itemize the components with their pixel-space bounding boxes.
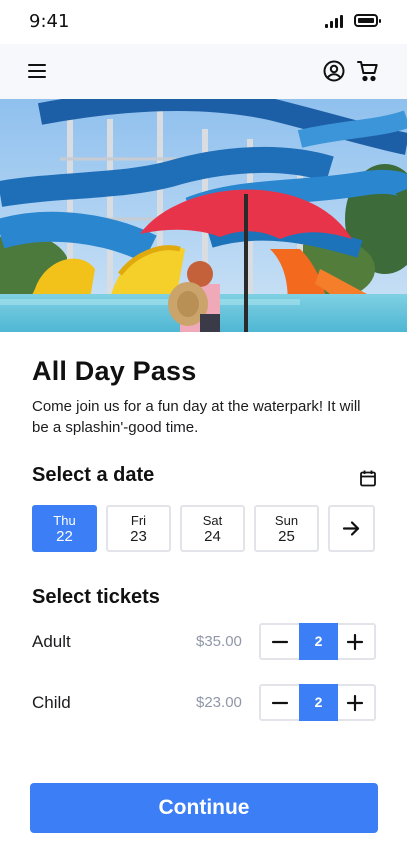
child-quantity-value[interactable]: 2 <box>299 684 338 721</box>
child-decrease-button[interactable] <box>261 686 299 719</box>
date-day: 25 <box>278 528 295 545</box>
ticket-price-child: $23.00 <box>196 694 242 711</box>
date-weekday: Fri <box>130 513 147 528</box>
calendar-icon[interactable] <box>359 469 377 487</box>
minus-icon <box>271 701 289 705</box>
shopping-cart-icon <box>357 61 378 82</box>
continue-button[interactable]: Continue <box>30 783 378 833</box>
date-day: 22 <box>56 528 73 545</box>
child-increase-button[interactable] <box>336 686 374 719</box>
status-time: 9:41 <box>29 11 70 32</box>
date-day: 24 <box>204 528 221 545</box>
menu-button[interactable] <box>24 60 52 84</box>
status-bar: 9:41 <box>0 0 407 44</box>
date-option-fri-23[interactable]: Fri 23 <box>106 505 171 552</box>
ticket-label-child: Child <box>32 693 71 712</box>
hero-image <box>0 99 407 332</box>
date-weekday: Sat <box>202 513 223 528</box>
next-dates-button[interactable] <box>328 505 375 552</box>
battery-icon <box>354 14 381 27</box>
date-option-thu-22[interactable]: Thu 22 <box>32 505 97 552</box>
date-option-sat-24[interactable]: Sat 24 <box>180 505 245 552</box>
date-weekday: Sun <box>274 513 299 528</box>
ticket-label-adult: Adult <box>32 632 71 651</box>
cart-button[interactable] <box>356 59 380 83</box>
signal-icon <box>325 15 345 28</box>
page-title: All Day Pass <box>32 356 197 386</box>
adult-quantity-stepper: 2 <box>259 623 376 660</box>
top-nav-bar <box>0 44 407 99</box>
account-button[interactable] <box>322 59 346 83</box>
plus-icon <box>346 694 364 712</box>
minus-icon <box>271 640 289 644</box>
product-description: Come join us for a fun day at the waterp… <box>32 398 361 436</box>
arrow-right-icon <box>342 521 360 536</box>
date-option-sun-25[interactable]: Sun 25 <box>254 505 319 552</box>
adult-quantity-value[interactable]: 2 <box>299 623 338 660</box>
adult-increase-button[interactable] <box>336 625 374 658</box>
date-weekday: Thu <box>53 513 76 528</box>
ticket-price-adult: $35.00 <box>196 633 242 650</box>
child-quantity-stepper: 2 <box>259 684 376 721</box>
adult-decrease-button[interactable] <box>261 625 299 658</box>
user-circle-icon <box>323 60 345 82</box>
date-day: 23 <box>130 528 147 545</box>
plus-icon <box>346 633 364 651</box>
select-tickets-heading: Select tickets <box>32 586 160 608</box>
select-date-heading: Select a date <box>32 464 155 486</box>
